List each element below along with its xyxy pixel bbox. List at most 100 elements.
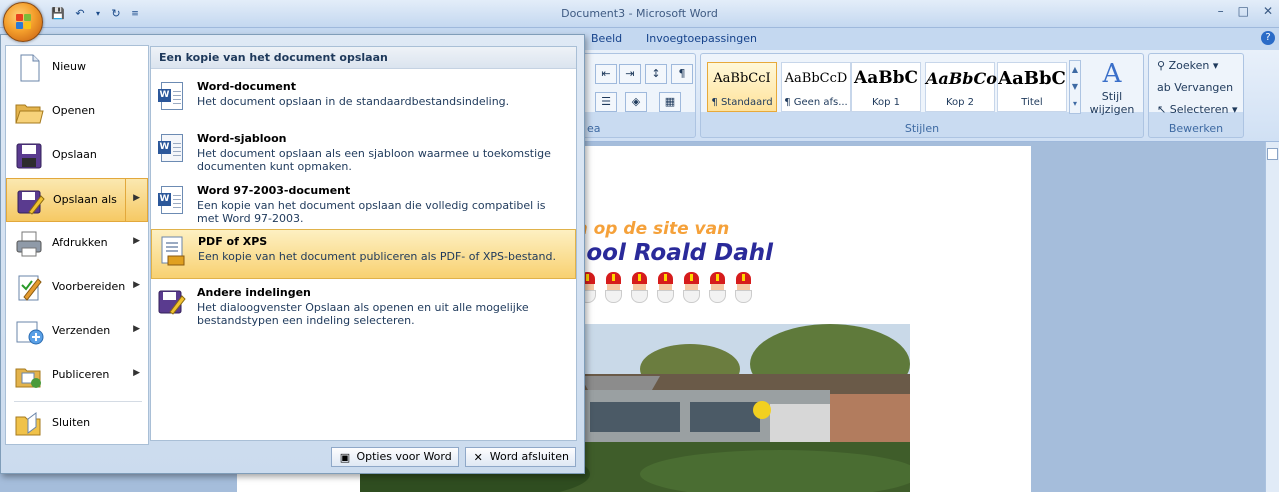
window-controls: – □ ✕	[1218, 4, 1273, 18]
customize-qat-icon[interactable]: ≡	[130, 6, 140, 22]
save-as-word-document[interactable]: W Word-document Het document opslaan in …	[151, 77, 576, 117]
style-titel[interactable]: AaBbC Titel	[997, 62, 1067, 112]
increase-indent-icon[interactable]: ⇥	[619, 64, 641, 84]
sinterklaas-icon	[732, 272, 755, 304]
styles-scroll-icon[interactable]: ▲ ▼ ▾	[1069, 60, 1081, 114]
chevron-right-icon: ▶	[133, 193, 140, 203]
style-kop-1[interactable]: AaBbC Kop 1	[851, 62, 921, 112]
style-name: Titel	[1021, 97, 1043, 108]
ruler-toggle-icon[interactable]	[1267, 148, 1278, 160]
cursor-icon: ↖	[1157, 103, 1170, 116]
change-styles-button[interactable]: A Stijl wijzigen	[1087, 58, 1137, 118]
edit-group-label: Bewerken	[1168, 122, 1224, 135]
word-options-label: Opties voor Word	[356, 450, 452, 463]
save-as-submenu: Een kopie van het document opslaan W Wor…	[150, 46, 577, 441]
word-options-button[interactable]: ▣ Opties voor Word	[331, 447, 459, 467]
style-sample: AaBbC	[854, 68, 918, 88]
style-kop-2[interactable]: AaBbCo Kop 2	[925, 62, 997, 112]
submenu-item-title: Word-document	[197, 80, 296, 93]
save-as-word-template[interactable]: W Word-sjabloon Het document opslaan als…	[151, 129, 576, 179]
minimize-button[interactable]: –	[1218, 4, 1224, 18]
menu-item-sluiten[interactable]: Sluiten	[6, 402, 148, 446]
style-name: Kop 1	[871, 97, 901, 108]
publish-icon	[14, 361, 44, 391]
other-formats-icon	[157, 287, 187, 317]
submenu-item-title: Word-sjabloon	[197, 132, 287, 145]
close-x-icon: ✕	[473, 450, 483, 464]
sort-icon[interactable]: ↕	[645, 64, 667, 84]
menu-item-publiceren[interactable]: Publiceren ▶	[6, 354, 148, 398]
menu-item-openen[interactable]: Openen	[6, 90, 148, 134]
find-label: Zoeken	[1168, 59, 1210, 72]
change-styles-icon: A	[1102, 59, 1122, 89]
save-as-other-formats[interactable]: Andere indelingen Het dialoogvenster Ops…	[151, 283, 576, 333]
tab-invoegtoepassingen[interactable]: Invoegtoepassingen	[646, 32, 757, 45]
office-menu: Nieuw Openen Opslaan Opslaan als ▶ Afdru…	[0, 34, 585, 474]
menu-item-verzenden[interactable]: Verzenden ▶	[6, 310, 148, 354]
binoculars-icon: ⚲	[1157, 59, 1169, 72]
sinterklaas-icon	[628, 272, 651, 304]
close-button[interactable]: ✕	[1263, 4, 1273, 18]
pdf-xps-icon	[158, 236, 188, 266]
styles-group-label: Stijlen	[904, 122, 940, 135]
borders-icon[interactable]: ▦	[659, 92, 681, 112]
submenu-arrow-area[interactable]: ▶	[125, 179, 147, 221]
submenu-item-description: Het dialoogvenster Opslaan als openen en…	[197, 301, 529, 327]
undo-icon[interactable]: ↶	[72, 6, 88, 22]
line-spacing-icon[interactable]: ☰	[595, 92, 617, 112]
chevron-right-icon: ▶	[133, 324, 140, 334]
menu-item-label: Voorbereiden	[52, 280, 126, 293]
office-button[interactable]	[3, 2, 43, 42]
shading-icon[interactable]: ◈	[625, 92, 647, 112]
menu-item-label: Publiceren	[52, 368, 110, 381]
menu-item-nieuw[interactable]: Nieuw	[6, 46, 148, 90]
redo-icon[interactable]: ↻	[108, 6, 124, 22]
exit-word-button[interactable]: ✕ Word afsluiten	[464, 447, 576, 467]
dropdown-icon[interactable]: ▾	[94, 6, 102, 22]
help-icon[interactable]: ?	[1261, 31, 1275, 45]
send-icon	[14, 317, 44, 347]
word-document-icon: W	[157, 81, 187, 111]
menu-item-opslaan[interactable]: Opslaan	[6, 134, 148, 178]
select-button[interactable]: ↖ Selecteren ▾	[1157, 103, 1237, 116]
style-geen-afstand[interactable]: AaBbCcD ¶ Geen afs...	[781, 62, 851, 112]
office-menu-footer: ▣ Opties voor Word ✕ Word afsluiten	[331, 447, 576, 467]
style-sample: AaBbCcI	[713, 71, 771, 86]
window-title: Document3 - Microsoft Word	[561, 7, 718, 20]
replace-button[interactable]: ab Vervangen	[1157, 81, 1233, 94]
sinterklaas-icon	[706, 272, 729, 304]
save-as-word-97-2003[interactable]: W Word 97-2003-document Een kopie van he…	[151, 181, 576, 229]
tab-beeld[interactable]: Beeld	[591, 32, 622, 45]
vertical-scrollbar[interactable]	[1265, 142, 1279, 492]
styles-group: AaBbCcI ¶ Standaard AaBbCcD ¶ Geen afs..…	[700, 53, 1144, 138]
submenu-item-title: PDF of XPS	[198, 235, 268, 248]
new-document-icon	[14, 53, 44, 83]
find-button[interactable]: ⚲ Zoeken ▾	[1157, 59, 1218, 72]
save-icon[interactable]: 💾	[50, 6, 66, 22]
menu-item-afdrukken[interactable]: Afdrukken ▶	[6, 222, 148, 266]
maximize-button[interactable]: □	[1238, 4, 1249, 18]
sinterklaas-icon	[602, 272, 625, 304]
select-label: Selecteren	[1169, 103, 1229, 116]
save-disk-icon	[14, 141, 44, 171]
options-icon: ▣	[339, 450, 351, 464]
menu-item-opslaan-als[interactable]: Opslaan als ▶	[6, 178, 148, 222]
menu-item-label: Sluiten	[52, 416, 91, 429]
office-logo-icon	[16, 14, 32, 30]
submenu-header: Een kopie van het document opslaan	[151, 47, 576, 69]
word-template-icon: W	[157, 133, 187, 163]
style-name: ¶ Geen afs...	[784, 97, 848, 108]
sinterklaas-images	[576, 272, 755, 304]
menu-item-label: Verzenden	[52, 324, 111, 337]
submenu-item-description: Het document opslaan in de standaardbest…	[197, 95, 510, 108]
save-as-pdf-xps[interactable]: PDF of XPS Een kopie van het document pu…	[151, 229, 576, 279]
menu-item-voorbereiden[interactable]: Voorbereiden ▶	[6, 266, 148, 310]
title-bar: Document3 - Microsoft Word 💾 ↶ ▾ ↻ ≡ – □…	[0, 0, 1279, 28]
alinea-group-label: ea	[587, 122, 601, 135]
close-folder-icon	[14, 409, 44, 439]
word-97-2003-icon: W	[157, 185, 187, 215]
paragraph-mark-icon[interactable]: ¶	[671, 64, 693, 84]
decrease-indent-icon[interactable]: ⇤	[595, 64, 617, 84]
document-text-line2: hool Roald Dahl	[570, 240, 773, 266]
style-standaard[interactable]: AaBbCcI ¶ Standaard	[707, 62, 777, 112]
